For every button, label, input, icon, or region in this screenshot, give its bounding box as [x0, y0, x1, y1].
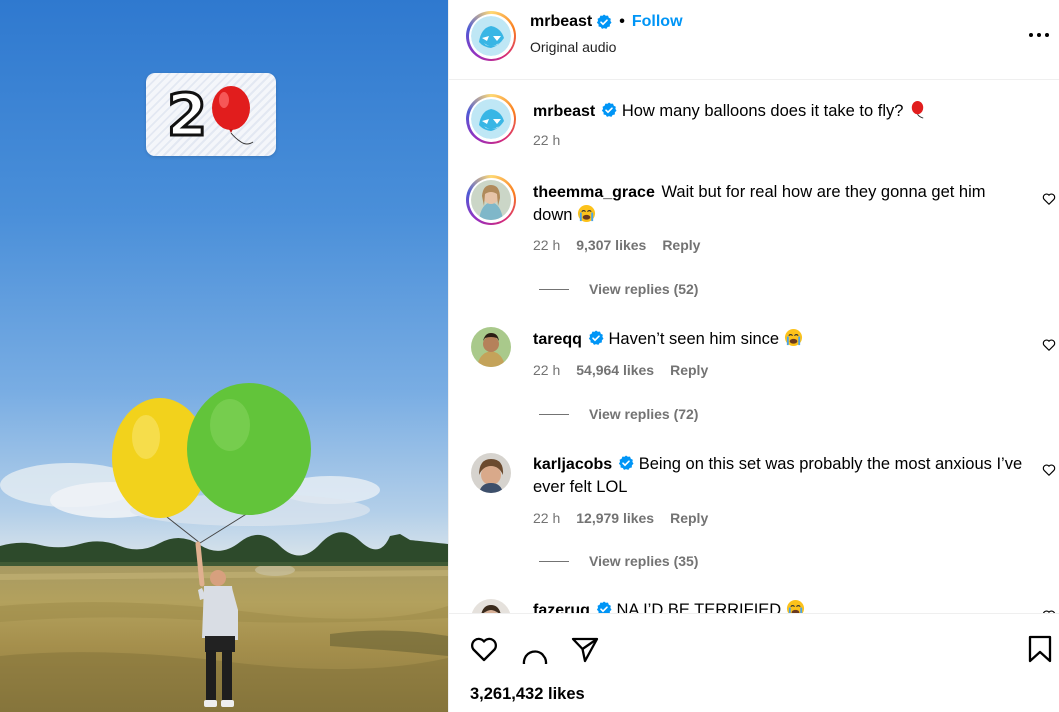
comment-meta: 22 h 12,979 likes Reply — [533, 510, 708, 526]
reply-button[interactable]: Reply — [662, 237, 700, 253]
like-comment-heart-icon[interactable] — [1042, 463, 1056, 477]
comment-likes[interactable]: 54,964 likes — [576, 362, 654, 378]
caption-username[interactable]: mrbeast — [533, 103, 595, 120]
author-username[interactable]: mrbeast — [530, 13, 592, 31]
comment-username[interactable]: fazerug — [533, 602, 590, 613]
post-sidebar: mrbeast • Follow Original audio mrbeast … — [448, 0, 1059, 712]
reply-button[interactable]: Reply — [670, 510, 708, 526]
mrbeast-logo-icon — [471, 99, 511, 139]
verified-badge-icon — [597, 14, 612, 29]
comment-text: NA I’D BE TERRIFIED — [616, 601, 782, 613]
comment-1: theemma_grace Wait but for real how are … — [533, 181, 1023, 226]
mrbeast-logo-icon — [471, 16, 511, 56]
audio-label[interactable]: Original audio — [530, 39, 616, 55]
comment-avatar[interactable] — [471, 327, 511, 367]
caption-meta: 22 h — [533, 132, 560, 148]
comment-4: fazerug NA I’D BE TERRIFIED — [533, 599, 1023, 613]
comment-username[interactable]: theemma_grace — [533, 184, 655, 201]
comment-bubble-icon[interactable] — [520, 634, 550, 664]
comments-list[interactable]: mrbeast How many balloons does it take t… — [449, 81, 1059, 613]
comment-time: 22 h — [533, 362, 561, 378]
user-photo-icon — [471, 453, 511, 493]
likes-count[interactable]: 3,261,432 likes — [470, 685, 585, 704]
user-photo-icon — [471, 599, 511, 613]
more-options-icon[interactable] — [1028, 24, 1050, 46]
comment-username[interactable]: karljacobs — [533, 456, 612, 473]
post-header: mrbeast • Follow Original audio — [449, 0, 1059, 80]
verified-badge-icon — [596, 601, 612, 613]
share-send-icon[interactable] — [570, 634, 600, 664]
replies-divider — [539, 413, 569, 415]
view-replies-button[interactable]: View replies (52) — [539, 281, 698, 297]
user-photo-icon — [471, 180, 511, 220]
view-replies-button[interactable]: View replies (35) — [539, 553, 698, 569]
red-balloon-icon — [212, 85, 254, 144]
verified-badge-icon — [619, 455, 634, 470]
comment-time: 22 h — [533, 510, 561, 526]
comment-time: 22 h — [533, 237, 561, 253]
comment-3: karljacobs Being on this set was probabl… — [533, 453, 1023, 498]
like-comment-heart-icon[interactable] — [1042, 192, 1056, 206]
replies-divider — [539, 560, 569, 562]
reply-button[interactable]: Reply — [670, 362, 708, 378]
comment-avatar[interactable] — [466, 175, 516, 225]
post-media[interactable]: 2 — [0, 0, 448, 712]
person — [195, 541, 238, 707]
like-comment-heart-icon[interactable] — [1042, 338, 1056, 352]
verified-badge-icon — [602, 102, 617, 117]
view-replies-label[interactable]: View replies (35) — [589, 553, 698, 569]
balloon-counter: 2 — [146, 73, 276, 156]
comment-avatar[interactable] — [471, 599, 511, 613]
header-author-line: mrbeast • Follow — [530, 13, 683, 31]
balloon-emoji-icon — [911, 100, 924, 119]
like-heart-icon[interactable] — [469, 634, 499, 664]
view-replies-button[interactable]: View replies (72) — [539, 406, 698, 422]
crying-face-icon — [784, 328, 802, 347]
author-avatar[interactable] — [466, 11, 516, 61]
separator-dot: • — [619, 13, 625, 30]
comment-likes[interactable]: 12,979 likes — [576, 510, 654, 526]
crying-face-icon — [786, 599, 804, 613]
verified-badge-icon — [588, 330, 604, 345]
comment-text: Haven’t seen him since — [608, 330, 780, 348]
caption: mrbeast How many balloons does it take t… — [533, 100, 1023, 123]
user-photo-icon — [471, 327, 511, 367]
crying-face-icon — [577, 204, 596, 223]
comment-meta: 22 h 54,964 likes Reply — [533, 362, 708, 378]
comment-meta: 22 h 9,307 likes Reply — [533, 237, 700, 253]
view-replies-label[interactable]: View replies (72) — [589, 406, 698, 422]
caption-author-avatar[interactable] — [466, 94, 516, 144]
green-balloon — [187, 383, 311, 515]
replies-divider — [539, 288, 569, 290]
balloon-count: 2 — [165, 80, 208, 149]
action-bar: 3,261,432 likes — [449, 613, 1059, 712]
follow-button[interactable]: Follow — [632, 13, 683, 31]
save-bookmark-icon[interactable] — [1027, 634, 1053, 664]
comment-2: tareqq Haven’t seen him since — [533, 328, 1023, 351]
caption-text: How many balloons does it take to fly? — [621, 102, 904, 120]
comment-avatar[interactable] — [471, 453, 511, 493]
comment-username[interactable]: tareqq — [533, 331, 582, 348]
comment-likes[interactable]: 9,307 likes — [576, 237, 646, 253]
caption-time: 22 h — [533, 132, 561, 148]
view-replies-label[interactable]: View replies (52) — [589, 281, 698, 297]
